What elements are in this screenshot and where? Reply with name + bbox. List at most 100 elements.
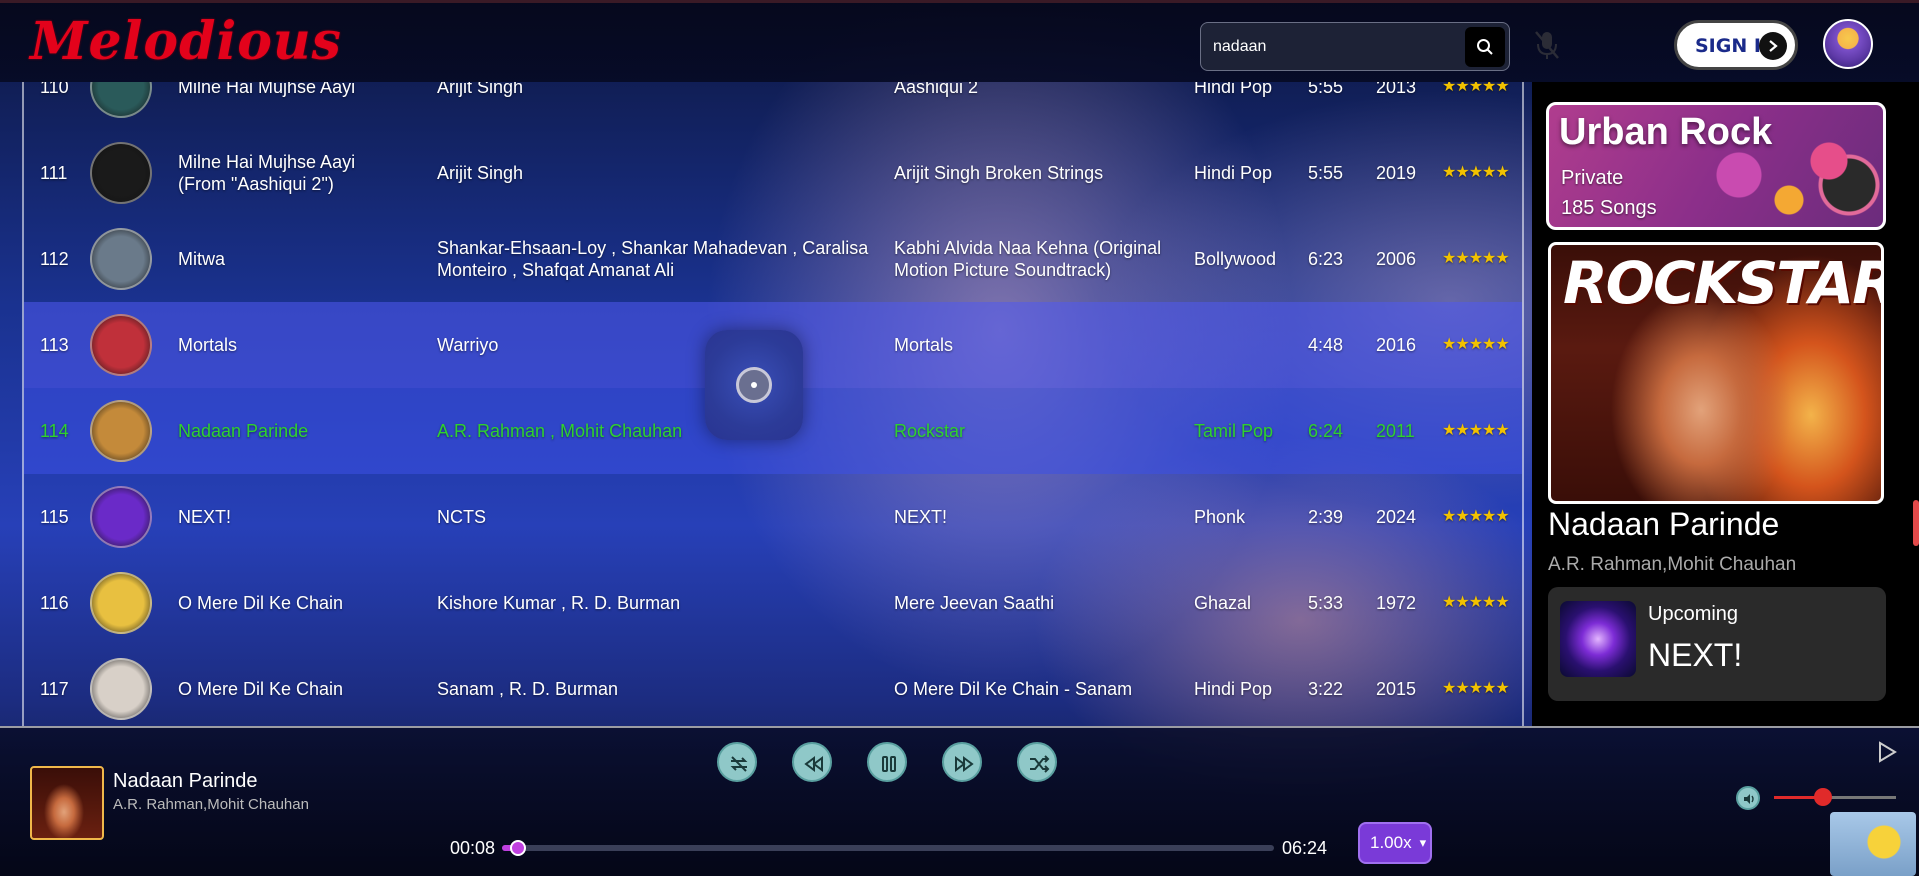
album-art-title: ROCKSTAR: [1563, 249, 1884, 317]
song-duration: 5:55: [1308, 162, 1344, 183]
song-rating[interactable]: ★★★★★: [1442, 560, 1522, 646]
song-thumbnail: [90, 216, 152, 302]
song-thumbnail: [90, 646, 152, 726]
forward-button[interactable]: [942, 742, 982, 782]
repeat-button[interactable]: [717, 742, 757, 782]
chevron-down-icon: ▾: [1419, 835, 1427, 850]
now-playing-title: Nadaan Parinde: [1548, 506, 1780, 542]
player-song-title: Nadaan Parinde: [113, 770, 258, 792]
song-artist: A.R. Rahman , Mohit Chauhan: [437, 420, 683, 441]
song-rating[interactable]: ★★★★★: [1442, 388, 1522, 474]
current-time: 00:08: [450, 838, 496, 858]
search-input[interactable]: [1213, 35, 1453, 59]
song-rating[interactable]: ★★★★★: [1442, 216, 1522, 302]
song-duration: 2:39: [1308, 506, 1344, 527]
search-box[interactable]: [1200, 22, 1510, 71]
song-album: Aashiqui 2: [894, 82, 979, 97]
search-button[interactable]: [1465, 27, 1505, 67]
playback-speed-value: 1.00x: [1370, 833, 1412, 852]
rewind-button[interactable]: [792, 742, 832, 782]
rewind-icon: [804, 756, 823, 772]
total-time: 06:24: [1282, 838, 1328, 858]
song-thumbnail: [90, 474, 152, 560]
song-genre: Hindi Pop: [1194, 82, 1273, 97]
app-logo[interactable]: Melodious: [30, 11, 342, 72]
progress-handle[interactable]: [510, 840, 527, 856]
player-cover-art: [30, 766, 104, 840]
song-artist: Shankar-Ehsaan-Loy , Shankar Mahadevan ,…: [437, 237, 869, 281]
player-song-artist: A.R. Rahman,Mohit Chauhan: [113, 796, 309, 813]
song-thumbnail: [90, 302, 152, 388]
mic-off-icon[interactable]: [1532, 29, 1562, 61]
song-artist: NCTS: [437, 506, 486, 527]
arrow-right-icon: [1759, 32, 1787, 60]
song-number: 115: [40, 506, 69, 527]
player-bar: Nadaan Parinde A.R. Rahman,Mohit Chauhan…: [0, 726, 1919, 876]
song-number: 116: [40, 592, 69, 613]
song-rating[interactable]: ★★★★★: [1442, 302, 1522, 388]
shuffle-button[interactable]: [1017, 742, 1057, 782]
song-year: 2013: [1376, 82, 1417, 97]
song-row[interactable]: 117 O Mere Dil Ke Chain Sanam , R. D. Burm…: [24, 646, 1522, 726]
song-row[interactable]: 116 O Mere Dil Ke Chain Kishore Kumar , R.…: [24, 560, 1522, 646]
song-year: 2011: [1376, 420, 1415, 441]
song-row[interactable]: 111 Milne Hai Mujhse Aayi (From "Aashiqui…: [24, 130, 1522, 216]
upcoming-title: NEXT!: [1648, 637, 1743, 673]
song-genre: Bollywood: [1194, 248, 1277, 269]
play-outline-icon[interactable]: [1876, 740, 1898, 764]
cd-disc-icon: [705, 330, 803, 440]
song-number: 113: [40, 334, 69, 355]
song-number: 117: [40, 678, 69, 699]
song-title: O Mere Dil Ke Chain: [178, 592, 344, 613]
song-album: Kabhi Alvida Naa Kehna (Original Motion …: [894, 237, 1162, 281]
song-number: 111: [40, 162, 68, 183]
song-title: Milne Hai Mujhse Aayi: [178, 82, 356, 97]
forward-icon: [955, 756, 974, 772]
song-artist: Arijit Singh: [437, 162, 524, 183]
song-rating[interactable]: ★★★★★: [1442, 82, 1522, 130]
now-playing-album-art: ROCKSTAR: [1548, 242, 1884, 504]
song-genre: Ghazal: [1194, 592, 1252, 613]
song-duration: 6:23: [1308, 248, 1344, 269]
playlist-card[interactable]: Urban Rock Private 185 Songs: [1546, 102, 1886, 230]
playlist-song-count: 185 Songs: [1561, 197, 1657, 219]
search-icon: [1477, 39, 1493, 55]
volume-button[interactable]: [1736, 786, 1760, 810]
song-rating[interactable]: ★★★★★: [1442, 474, 1522, 560]
song-row[interactable]: 112 Mitwa Shankar-Ehsaan-Loy , Shankar Mah…: [24, 216, 1522, 302]
playback-speed-select[interactable]: 1.00x ▾: [1358, 822, 1432, 864]
pause-button[interactable]: [867, 742, 907, 782]
song-title: Mortals: [178, 334, 238, 355]
upcoming-thumbnail: [1560, 601, 1636, 677]
app-header: Melodious SIGN IN: [0, 0, 1919, 82]
song-row[interactable]: 115 NEXT! NCTS NEXT! Phonk 2:39 2024 ★★★★★: [24, 474, 1522, 560]
song-thumbnail: [90, 388, 152, 474]
song-duration: 5:55: [1308, 82, 1344, 97]
song-rating[interactable]: ★★★★★: [1442, 646, 1522, 726]
song-duration: 6:24: [1308, 420, 1344, 441]
song-thumbnail: [90, 130, 152, 216]
song-year: 2006: [1376, 248, 1417, 269]
song-duration: 4:48: [1308, 334, 1344, 355]
sign-in-button[interactable]: SIGN IN: [1674, 20, 1798, 70]
volume-slider[interactable]: [1774, 788, 1896, 806]
song-genre: Phonk: [1194, 506, 1246, 527]
song-row[interactable]: 110 Milne Hai Mujhse Aayi Arijit Singh Aash…: [24, 82, 1522, 130]
progress-bar[interactable]: [502, 840, 1274, 856]
song-year: 2015: [1376, 678, 1417, 699]
song-title: O Mere Dil Ke Chain: [178, 678, 344, 699]
song-number: 114: [40, 420, 69, 441]
song-year: 2016: [1376, 334, 1417, 355]
song-genre: Hindi Pop: [1194, 678, 1273, 699]
volume-handle[interactable]: [1813, 788, 1832, 806]
song-year: 2024: [1376, 506, 1417, 527]
song-rating[interactable]: ★★★★★: [1442, 130, 1522, 216]
upcoming-card[interactable]: Upcoming NEXT!: [1548, 587, 1886, 701]
playlist-privacy: Private: [1561, 167, 1624, 189]
song-thumbnail: [90, 82, 152, 130]
shuffle-icon: [1030, 755, 1050, 773]
song-genre: Hindi Pop: [1194, 162, 1273, 183]
scrollbar-thumb[interactable]: [1913, 500, 1919, 546]
song-genre: [1194, 302, 1304, 388]
user-avatar[interactable]: [1823, 19, 1873, 69]
